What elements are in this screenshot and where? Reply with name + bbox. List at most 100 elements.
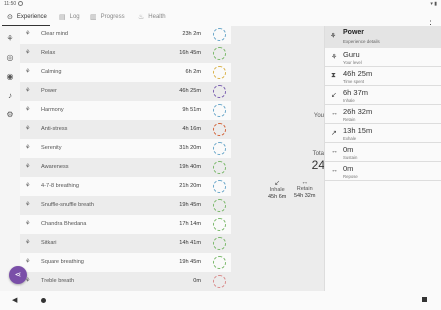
meditation-icon: ⚘	[25, 145, 31, 151]
inhale-icon: ↙	[274, 180, 281, 187]
level-badge-icon	[213, 85, 226, 98]
tab-experience[interactable]: ⊙ Experience	[7, 8, 47, 26]
detail-label: Your level	[343, 60, 362, 65]
detail-value: 26h 32m	[343, 107, 373, 116]
detail-value: 13h 15m	[343, 126, 373, 135]
list-item[interactable]: ⚘ Power 46h 25m	[20, 82, 231, 101]
exercise-time: 21h 20m	[179, 183, 201, 189]
level-badge-icon	[213, 66, 226, 79]
panel-subtitle: Experience details	[343, 39, 380, 44]
tab-label: Health	[148, 14, 166, 20]
top-tabs: ⊙ Experience ▤ Log ▥ Progress ♨ Health ⋮	[0, 8, 441, 29]
exercise-time: 16h 45m	[179, 50, 201, 56]
health-icon: ♨	[138, 14, 145, 21]
detail-label: Time spent	[343, 79, 365, 84]
exercise-name: Anti-stress	[41, 126, 68, 132]
meditation-icon: ⚘	[25, 183, 31, 189]
list-item[interactable]: ⚘ Clear mind 23h 2m	[20, 26, 231, 44]
log-icon: ▤	[59, 14, 66, 21]
exercise-time: 31h 20m	[179, 145, 201, 151]
exercise-time: 46h 25m	[179, 88, 201, 94]
compass-icon[interactable]: ◎	[5, 53, 15, 63]
level-badge-icon	[213, 47, 226, 60]
sliders-icon[interactable]: ⚙	[5, 110, 15, 120]
retain-icon: ↔	[301, 179, 309, 186]
tab-label: Log	[69, 14, 80, 20]
list-item[interactable]: ⚘ Chandra Bhedana 17h 14m	[20, 215, 231, 234]
exercise-time: 19h 45m	[179, 259, 201, 265]
tab-health[interactable]: ♨ Health	[138, 8, 166, 26]
exercise-name: Power	[41, 88, 57, 94]
tab-log[interactable]: ▤ Log	[59, 8, 80, 26]
side-rail: ⚘ ◎ ◉ ♪ ⚙	[0, 26, 20, 291]
meditation-icon: ⚘	[25, 69, 31, 75]
exercise-name: Snuffle-snuffle breath	[41, 202, 94, 208]
detail-value: 0m	[343, 145, 354, 154]
list-item[interactable]: ⚘ Square breathing 19h 45m	[20, 253, 231, 272]
meditation-icon: ⚘	[330, 33, 337, 40]
status-bar: 11:50 ▾ ▮	[0, 0, 441, 8]
detail-value: Guru	[343, 50, 360, 59]
exercise-time: 23h 2m	[182, 31, 201, 37]
exercise-name: Relax	[41, 50, 56, 56]
panel-title: Power	[343, 29, 365, 36]
sustain-icon: ↔	[331, 148, 338, 155]
exercise-time: 6h 2m	[185, 69, 201, 75]
meditation-icon: ⚘	[25, 221, 31, 227]
recents-icon[interactable]	[422, 297, 427, 302]
detail-label: Retain	[343, 117, 356, 122]
list-item[interactable]: ⚘ Calming 6h 2m	[20, 63, 231, 82]
exercise-time: 0m	[193, 278, 201, 284]
tab-progress[interactable]: ▥ Progress	[90, 8, 125, 26]
exercise-list: ⚘ Clear mind 23h 2m ⚘ Relax 16h 45m ⚘ Calming 6h…	[20, 26, 231, 291]
detail-item: ↔ 0m Repose	[325, 162, 441, 181]
level-badge-icon	[213, 161, 226, 174]
total-value: 24	[311, 158, 324, 172]
meditation-icon[interactable]: ⚘	[5, 34, 15, 44]
share-button[interactable]: ⋖	[9, 266, 27, 284]
exercise-name: Serenity	[41, 145, 62, 151]
inhale-icon: ↙	[331, 92, 337, 99]
exercise-name: Clear mind	[41, 31, 69, 37]
exercise-name: Chandra Bhedana	[41, 221, 87, 227]
level-badge-icon	[213, 104, 226, 117]
retain-icon: ↔	[331, 110, 338, 117]
detail-item: ↔ 26h 32m Retain	[325, 105, 441, 124]
target-icon[interactable]: ◉	[5, 72, 15, 82]
back-icon[interactable]: ◀	[12, 296, 17, 304]
list-item[interactable]: ⚘ Harmony 9h 51m	[20, 101, 231, 120]
system-nav-bar: ◀	[0, 291, 441, 310]
exercise-name: 4-7-8 breathing	[41, 183, 79, 189]
detail-value: 46h 25m	[343, 69, 373, 78]
tab-label: Experience	[16, 14, 47, 20]
bell-icon[interactable]: ♪	[5, 91, 15, 101]
list-item[interactable]: ⚘ Anti-stress 4h 16m	[20, 120, 231, 139]
exercise-name: Calming	[41, 69, 62, 75]
retain-value: 54h 32m	[294, 193, 316, 199]
progress-chart-icon: ▥	[90, 14, 97, 21]
total-label: Tota	[312, 151, 324, 157]
exercise-time: 19h 40m	[179, 164, 201, 170]
notification-icon	[18, 1, 23, 6]
detail-label: Inhale	[343, 98, 355, 103]
detail-item: ⚘ Guru Your level	[325, 48, 441, 67]
exercise-name: Treble breath	[41, 278, 75, 284]
level-badge-icon	[213, 218, 226, 231]
home-icon[interactable]	[41, 298, 46, 303]
level-label: You	[313, 113, 324, 119]
meditation-icon: ⚘	[25, 202, 31, 208]
exercise-time: 9h 51m	[182, 107, 201, 113]
level-badge-icon	[213, 123, 226, 136]
list-item[interactable]: ⚘ Sitkari 14h 41m	[20, 234, 231, 253]
exercise-name: Sitkari	[41, 240, 57, 246]
exercise-time: 14h 41m	[179, 240, 201, 246]
list-item[interactable]: ⚘ Relax 16h 45m	[20, 44, 231, 63]
list-item[interactable]: ⚘ Treble breath 0m	[20, 272, 231, 291]
list-item[interactable]: ⚘ 4-7-8 breathing 21h 20m	[20, 177, 231, 196]
list-item[interactable]: ⚘ Awareness 19h 40m	[20, 158, 231, 177]
experience-details-panel: ⚘ Power Experience details ⚘ Guru Your lev…	[324, 26, 441, 291]
list-item[interactable]: ⚘ Snuffle-snuffle breath 19h 45m	[20, 196, 231, 215]
meditation-icon: ⚘	[25, 164, 31, 170]
list-item[interactable]: ⚘ Serenity 31h 20m	[20, 139, 231, 158]
detail-label: Sustain	[343, 155, 358, 160]
